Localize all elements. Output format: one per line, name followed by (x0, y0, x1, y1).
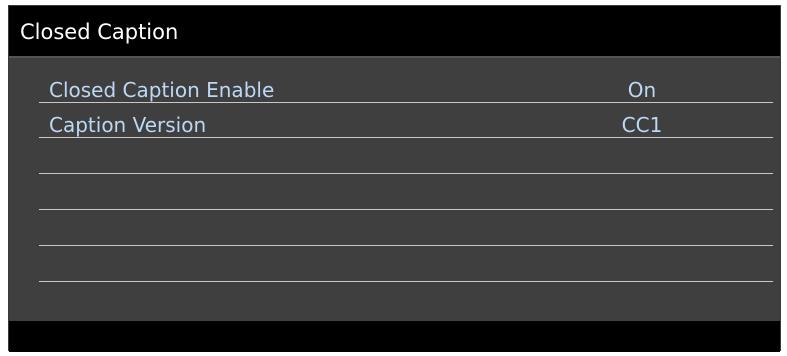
menu-item-value[interactable]: On (607, 78, 677, 102)
menu-item-label: Caption Version (49, 113, 207, 137)
empty-menu-row (39, 139, 773, 174)
empty-menu-row (39, 175, 773, 210)
empty-menu-row (39, 247, 773, 282)
empty-menu-row (39, 211, 773, 246)
menu-item-label: Closed Caption Enable (49, 78, 275, 102)
menu-item-closed-caption-enable[interactable]: Closed Caption Enable On (39, 68, 773, 103)
menu-title: Closed Caption (9, 6, 780, 58)
osd-menu-window: Closed Caption Closed Caption Enable On … (8, 5, 781, 352)
menu-footer-bar (9, 321, 780, 352)
menu-item-value[interactable]: CC1 (607, 113, 677, 137)
menu-panel: Closed Caption Enable On Caption Version… (9, 58, 780, 321)
menu-item-caption-version[interactable]: Caption Version CC1 (39, 103, 773, 138)
